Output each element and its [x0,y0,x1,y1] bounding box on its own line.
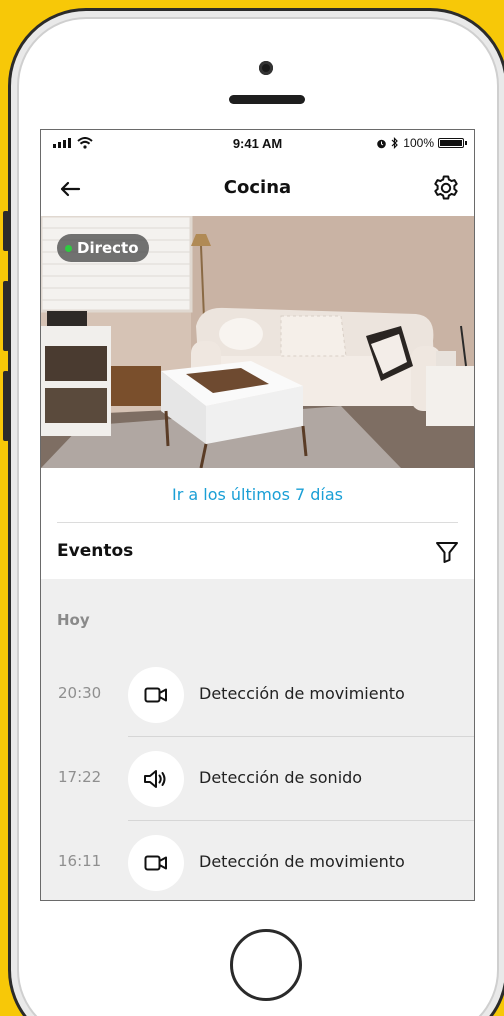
event-icon-circle [128,751,184,807]
events-title: Eventos [57,541,134,561]
live-badge-label: Directo [77,239,139,257]
event-time: 16:11 [58,852,102,870]
event-time: 17:22 [58,768,102,786]
front-camera [259,61,273,75]
battery-percent: 100% [403,136,434,150]
video-camera-icon [144,855,167,871]
settings-button[interactable] [430,172,462,204]
earpiece-speaker [229,95,305,104]
mute-switch [3,211,9,251]
group-label-today: Hoy [57,611,90,629]
live-status-dot [65,244,72,252]
event-row[interactable]: 16:11 Detección de movimiento [41,821,474,900]
video-camera-icon [144,687,167,703]
last-7-days-link[interactable]: Ir a los últimos 7 días [41,485,474,504]
events-header: Eventos [41,523,474,579]
app-screen: 9:41 AM 100% Cocina Directo Ir a los últ… [40,129,475,901]
battery-icon [438,138,467,148]
event-label: Detección de movimiento [199,852,405,871]
events-list: Hoy 20:30 Detección de movimiento 17:22 [41,579,474,900]
gear-icon [434,175,458,200]
promo-background: 9:41 AM 100% Cocina Directo Ir a los últ… [0,0,504,1016]
alarm-icon [377,139,387,148]
live-camera-view[interactable]: Directo [41,216,474,468]
live-badge: Directo [57,234,149,262]
status-bar: 9:41 AM 100% [41,130,474,158]
page-title: Cocina [223,177,292,198]
status-right: 100% [376,136,467,150]
speaker-icon [144,770,166,788]
event-icon-circle [128,835,184,891]
event-label: Detección de sonido [199,768,363,787]
nav-bar: Cocina [41,160,474,216]
home-button[interactable] [230,929,302,1001]
filter-button[interactable] [434,539,460,565]
event-row[interactable]: 20:30 Detección de movimiento [41,653,474,737]
volume-up-button [3,281,9,351]
event-time: 20:30 [58,684,102,702]
event-icon-circle [128,667,184,723]
volume-down-button [3,371,9,441]
filter-icon [436,542,458,563]
event-row[interactable]: 17:22 Detección de sonido [41,737,474,821]
bluetooth-icon [391,137,399,149]
event-label: Detección de movimiento [199,684,405,703]
